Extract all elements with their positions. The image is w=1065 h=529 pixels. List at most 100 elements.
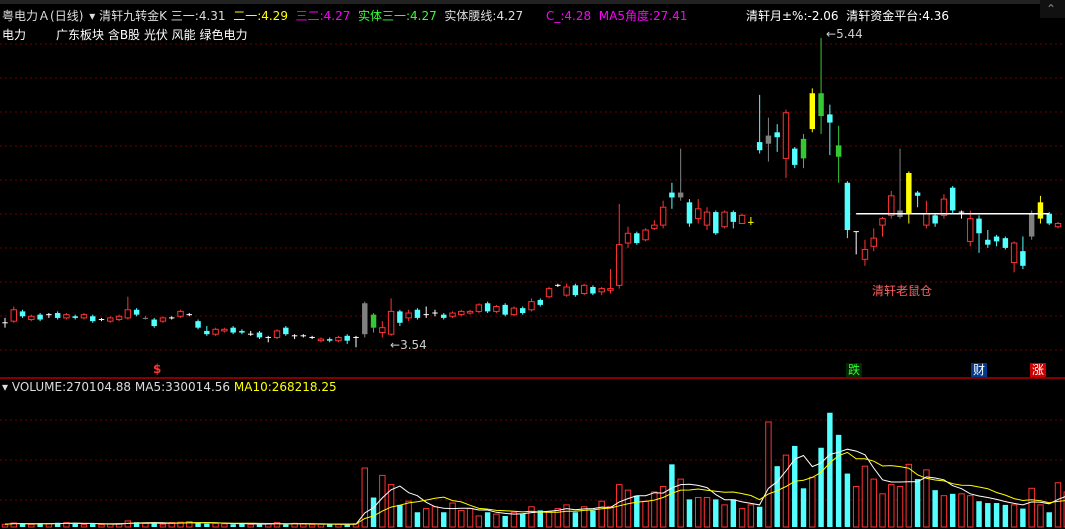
candle-body [835, 145, 842, 157]
arrow-left-icon: ← [826, 27, 837, 41]
marker-dollar: $ [153, 362, 162, 376]
candle-body [914, 192, 921, 196]
volume-bar [888, 484, 895, 528]
period-label[interactable]: (日线) [50, 9, 83, 23]
vol-ma10-value: 268218.25 [271, 380, 337, 394]
candle [466, 309, 474, 315]
volume-bar [80, 523, 88, 528]
vol-ma5-label: MA5: [134, 380, 166, 394]
candle [923, 200, 930, 229]
trap-text: 清轩老鼠仓 [872, 284, 933, 298]
volume-bar [1054, 482, 1062, 528]
volume-bar [809, 476, 816, 528]
candle-body [221, 328, 228, 332]
candle-body [195, 321, 201, 328]
candle [1002, 236, 1009, 250]
candle [879, 216, 886, 237]
candle [458, 309, 465, 317]
candle-body [28, 315, 35, 321]
candlestick-series [2, 37, 1062, 348]
candle [10, 306, 17, 323]
header-row-far-right: 清轩月±%:-2.06 清轩资金平台:4.36 [746, 9, 949, 23]
candle [273, 329, 281, 340]
indicator-name[interactable]: 清轩九转金K [99, 9, 167, 23]
candle [528, 298, 535, 312]
candle-body [466, 310, 474, 314]
candle [362, 301, 368, 338]
candle-body [572, 285, 579, 296]
volume-bar [431, 506, 439, 528]
candle-body [1046, 213, 1052, 224]
candle [80, 313, 88, 320]
candle-body [1054, 222, 1062, 228]
candle [624, 226, 632, 248]
chevron-down-icon[interactable]: ▾ [2, 380, 8, 394]
candle [721, 210, 728, 229]
volume-bar [204, 523, 210, 527]
ma5-angle-label: MA5角度: [598, 9, 654, 23]
stock-name[interactable]: 粤电力Ａ [2, 9, 50, 23]
volume-label: VOLUME: [11, 380, 67, 394]
volume-bar [642, 500, 649, 528]
candle [756, 94, 763, 154]
candle-body [142, 317, 149, 319]
volume-bar [651, 491, 658, 528]
volume-bar [730, 499, 737, 527]
candle-body [774, 132, 780, 138]
candle [993, 234, 1000, 247]
candle-body [563, 286, 570, 296]
candle [695, 199, 702, 224]
volume-bar [827, 412, 833, 527]
volume-bar [545, 511, 553, 528]
arrow-left-icon: ← [390, 338, 401, 352]
candle [713, 210, 719, 235]
volume-bar [195, 522, 201, 527]
candle-body [283, 327, 289, 335]
candle [283, 326, 289, 336]
candle [906, 171, 912, 224]
candle-body [923, 213, 930, 226]
marker-zhang: 涨 [1030, 363, 1047, 377]
volume-bar [949, 493, 956, 527]
candle [985, 230, 991, 248]
volume-bar [686, 499, 693, 527]
volume-bar [379, 474, 386, 528]
candle [265, 335, 271, 343]
volume-bar [703, 497, 711, 528]
candle-body [616, 244, 623, 286]
candle [317, 337, 325, 343]
volume-bar [283, 524, 289, 527]
vol-ma10-label: MA10: [233, 380, 272, 394]
candle-body [590, 286, 596, 294]
candle [563, 283, 570, 297]
candle [545, 286, 553, 299]
candle [616, 203, 623, 289]
candle [159, 316, 167, 323]
candle-body [239, 330, 245, 333]
candle [520, 306, 526, 315]
grid [0, 43, 1065, 501]
candle [1037, 195, 1044, 224]
chevron-down-icon[interactable]: ▾ [89, 9, 95, 23]
candle-body [1037, 202, 1044, 219]
fund-value: 4.36 [922, 9, 949, 23]
volume-bar [572, 512, 579, 527]
candle [133, 308, 140, 317]
candle [818, 37, 824, 134]
month-label: 清轩月±%: [746, 9, 808, 23]
candle [634, 231, 640, 245]
candle-body [133, 309, 140, 315]
volume-bar [397, 504, 403, 527]
candle [976, 215, 982, 253]
candle [703, 207, 711, 230]
volume-bar [422, 508, 430, 528]
candle-body [124, 309, 132, 319]
candle [387, 298, 395, 336]
candle-body [827, 114, 833, 123]
candle [195, 319, 201, 330]
volume-bar [458, 509, 465, 528]
volume-bar [520, 514, 526, 527]
candle [432, 309, 438, 317]
candle-body [642, 229, 649, 241]
candle [397, 309, 403, 327]
